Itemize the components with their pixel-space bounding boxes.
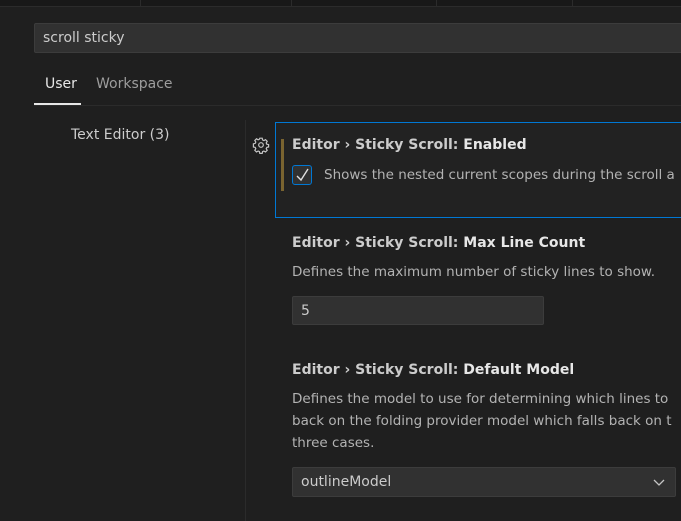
- setting-default-model-description-line-2: back on the folding provider model which…: [292, 413, 672, 429]
- tab-workspace[interactable]: Workspace: [96, 76, 173, 92]
- editor-tab-strip: [0, 0, 681, 7]
- active-tab-indicator: [34, 103, 81, 105]
- tab-separator: [140, 0, 141, 6]
- setting-label: Max Line Count: [463, 235, 586, 251]
- checkmark-icon: [296, 168, 309, 182]
- gear-icon[interactable]: [252, 136, 270, 154]
- tab-separator: [291, 0, 292, 6]
- chevron-down-icon: [653, 479, 665, 486]
- default-model-value: outlineModel: [301, 474, 392, 490]
- setting-category: Editor › Sticky Scroll:: [292, 362, 464, 378]
- toc-divider: [245, 120, 246, 521]
- tab-separator: [572, 0, 573, 6]
- setting-enabled-description: Shows the nested current scopes during t…: [324, 167, 675, 183]
- settings-editor: scroll sticky User Workspace Text Editor…: [0, 0, 681, 521]
- tab-separator: [436, 0, 437, 6]
- setting-default-model-title: Editor › Sticky Scroll: Default Model: [292, 362, 574, 378]
- settings-search-input[interactable]: scroll sticky: [34, 23, 681, 53]
- setting-category: Editor › Sticky Scroll:: [292, 235, 464, 251]
- settings-scope-tabs: User Workspace: [34, 70, 681, 106]
- setting-max-line-count-title: Editor › Sticky Scroll: Max Line Count: [292, 235, 585, 251]
- setting-default-model-description-line-3: three cases.: [292, 435, 375, 451]
- toc-item-text-editor[interactable]: Text Editor (3): [71, 127, 169, 143]
- max-line-count-input[interactable]: 5: [292, 296, 544, 325]
- tab-user[interactable]: User: [45, 76, 77, 92]
- default-model-select[interactable]: outlineModel: [292, 467, 676, 497]
- setting-label: Enabled: [463, 137, 527, 153]
- enabled-checkbox[interactable]: [292, 165, 312, 185]
- modified-indicator: [281, 139, 284, 191]
- setting-max-line-count-description: Defines the maximum number of sticky lin…: [292, 264, 656, 280]
- max-line-count-value: 5: [301, 303, 310, 319]
- setting-label: Default Model: [463, 362, 575, 378]
- search-query-text: scroll sticky: [43, 30, 125, 46]
- setting-category: Editor › Sticky Scroll:: [292, 137, 464, 153]
- setting-enabled-title: Editor › Sticky Scroll: Enabled: [292, 137, 527, 153]
- setting-default-model-description-line-1: Defines the model to use for determining…: [292, 391, 669, 407]
